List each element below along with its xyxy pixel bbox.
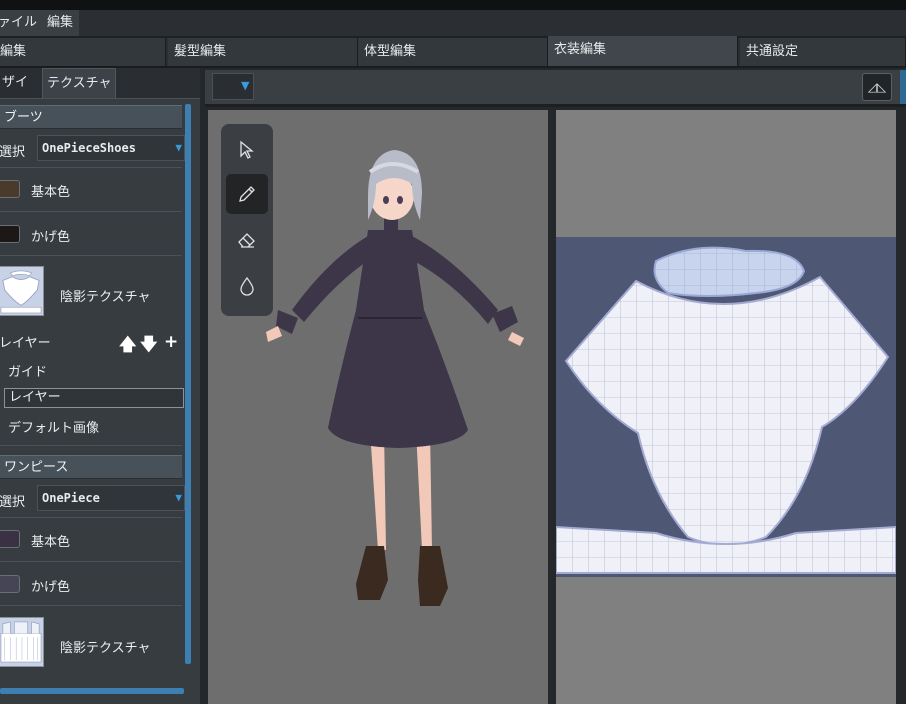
onepiece-select[interactable]: OnePiece ▼ bbox=[37, 485, 185, 511]
toolbar-separator bbox=[205, 104, 906, 107]
layer-item-default-image[interactable]: デフォルト画像 bbox=[8, 417, 99, 436]
chevron-down-icon: ▼ bbox=[175, 491, 182, 504]
layer-header: レイヤー 🡅 🡇 + bbox=[0, 332, 185, 355]
select-tool[interactable] bbox=[226, 130, 268, 170]
texture-preview-image bbox=[0, 267, 43, 315]
onepiece-base-color-swatch[interactable] bbox=[0, 530, 20, 548]
select-label: 選択 bbox=[0, 145, 26, 160]
boots-select[interactable]: OnePieceShoes ▼ bbox=[37, 135, 185, 161]
onepiece-shade-texture-thumbnail[interactable] bbox=[0, 617, 44, 667]
menu-group: ァイル 編集 bbox=[0, 10, 80, 36]
horizontal-scrollbar[interactable] bbox=[0, 688, 184, 694]
tab-body-edit[interactable]: 体型編集 bbox=[358, 38, 548, 66]
main-tab-bar: 編集 髮型編集 体型編集 衣装編集 共通設定 bbox=[0, 36, 906, 66]
select-arrow-icon bbox=[240, 140, 254, 159]
select-label: 選択 bbox=[0, 495, 26, 510]
mirror-toggle-button[interactable]: ◿◺ bbox=[862, 73, 892, 101]
tab-costume-edit[interactable]: 衣装編集 bbox=[548, 36, 738, 66]
mirror-icon: ◿◺ bbox=[867, 80, 887, 94]
boots-shadow-color-swatch[interactable] bbox=[0, 225, 20, 243]
shade-texture-label: 陰影テクスチャ bbox=[60, 290, 151, 305]
texture-settings-panel: ブーツ 選択 OnePieceShoes ▼ 基本色 かげ色 陰影テクスチャ レ… bbox=[0, 98, 200, 704]
onepiece-select-value: OnePiece bbox=[42, 491, 100, 505]
layer-item-layer[interactable]: レイヤー bbox=[4, 388, 184, 408]
view-dropdown[interactable]: ▼ bbox=[212, 73, 254, 100]
menu-file[interactable]: ァイル bbox=[0, 10, 43, 36]
divider bbox=[0, 605, 182, 606]
dropper-tool[interactable] bbox=[226, 266, 268, 306]
layer-item-guide[interactable]: ガイド bbox=[8, 361, 47, 380]
subtab-texture[interactable]: テクスチャ bbox=[42, 68, 116, 98]
divider bbox=[0, 561, 182, 562]
window-top-strip bbox=[0, 0, 906, 10]
divider bbox=[0, 517, 182, 518]
divider bbox=[0, 255, 182, 256]
chevron-down-icon: ▼ bbox=[175, 141, 182, 154]
tab-common-settings[interactable]: 共通設定 bbox=[740, 38, 906, 66]
pencil-tool[interactable] bbox=[226, 174, 268, 214]
editor-toolbar bbox=[205, 70, 906, 104]
shade-texture-label: 陰影テクスチャ bbox=[60, 641, 151, 656]
pencil-icon bbox=[239, 186, 255, 202]
texture-preview-image bbox=[0, 618, 43, 666]
chevron-down-icon: ▼ bbox=[241, 79, 250, 92]
add-layer-icon[interactable]: + bbox=[164, 332, 178, 352]
divider bbox=[0, 167, 182, 168]
onepiece-shadow-color-swatch[interactable] bbox=[0, 575, 20, 593]
dropper-icon bbox=[240, 276, 254, 296]
subtab-design[interactable]: ザイン bbox=[0, 68, 38, 120]
boots-base-color-swatch[interactable] bbox=[0, 180, 20, 198]
uv-layout-mesh bbox=[555, 246, 897, 574]
shadow-color-label: かげ色 bbox=[31, 230, 71, 245]
right-edge-strip bbox=[900, 70, 906, 104]
uv-canvas[interactable] bbox=[555, 237, 897, 577]
move-down-icon[interactable]: 🡇 bbox=[140, 332, 157, 361]
section-header-onepiece[interactable]: ワンピース bbox=[0, 455, 182, 479]
boots-shade-texture-thumbnail[interactable] bbox=[0, 266, 44, 316]
eraser-tool[interactable] bbox=[226, 220, 268, 260]
eraser-icon bbox=[238, 233, 255, 248]
tab-hair-edit[interactable]: 髮型編集 bbox=[168, 38, 358, 66]
vertical-scrollbar[interactable] bbox=[185, 104, 191, 664]
tool-palette bbox=[221, 124, 273, 316]
move-up-icon[interactable]: 🡅 bbox=[119, 332, 136, 361]
divider bbox=[0, 211, 182, 212]
base-color-label: 基本色 bbox=[31, 185, 71, 200]
layer-label: レイヤー bbox=[0, 336, 51, 351]
menu-edit[interactable]: 編集 bbox=[43, 10, 79, 36]
boots-select-value: OnePieceShoes bbox=[42, 141, 136, 155]
base-color-label: 基本色 bbox=[31, 535, 71, 550]
tab-edit[interactable]: 編集 bbox=[0, 38, 166, 66]
menu-bar: ァイル 編集 bbox=[0, 10, 906, 36]
shadow-color-label: かげ色 bbox=[31, 580, 71, 595]
divider bbox=[0, 445, 182, 446]
section-header-boots[interactable]: ブーツ bbox=[0, 105, 182, 129]
sub-tab-bar: ザイン テクスチャ bbox=[0, 68, 200, 120]
left-panel: ザイン テクスチャ ブーツ 選択 OnePieceShoes ▼ 基本色 かげ色… bbox=[0, 68, 200, 704]
